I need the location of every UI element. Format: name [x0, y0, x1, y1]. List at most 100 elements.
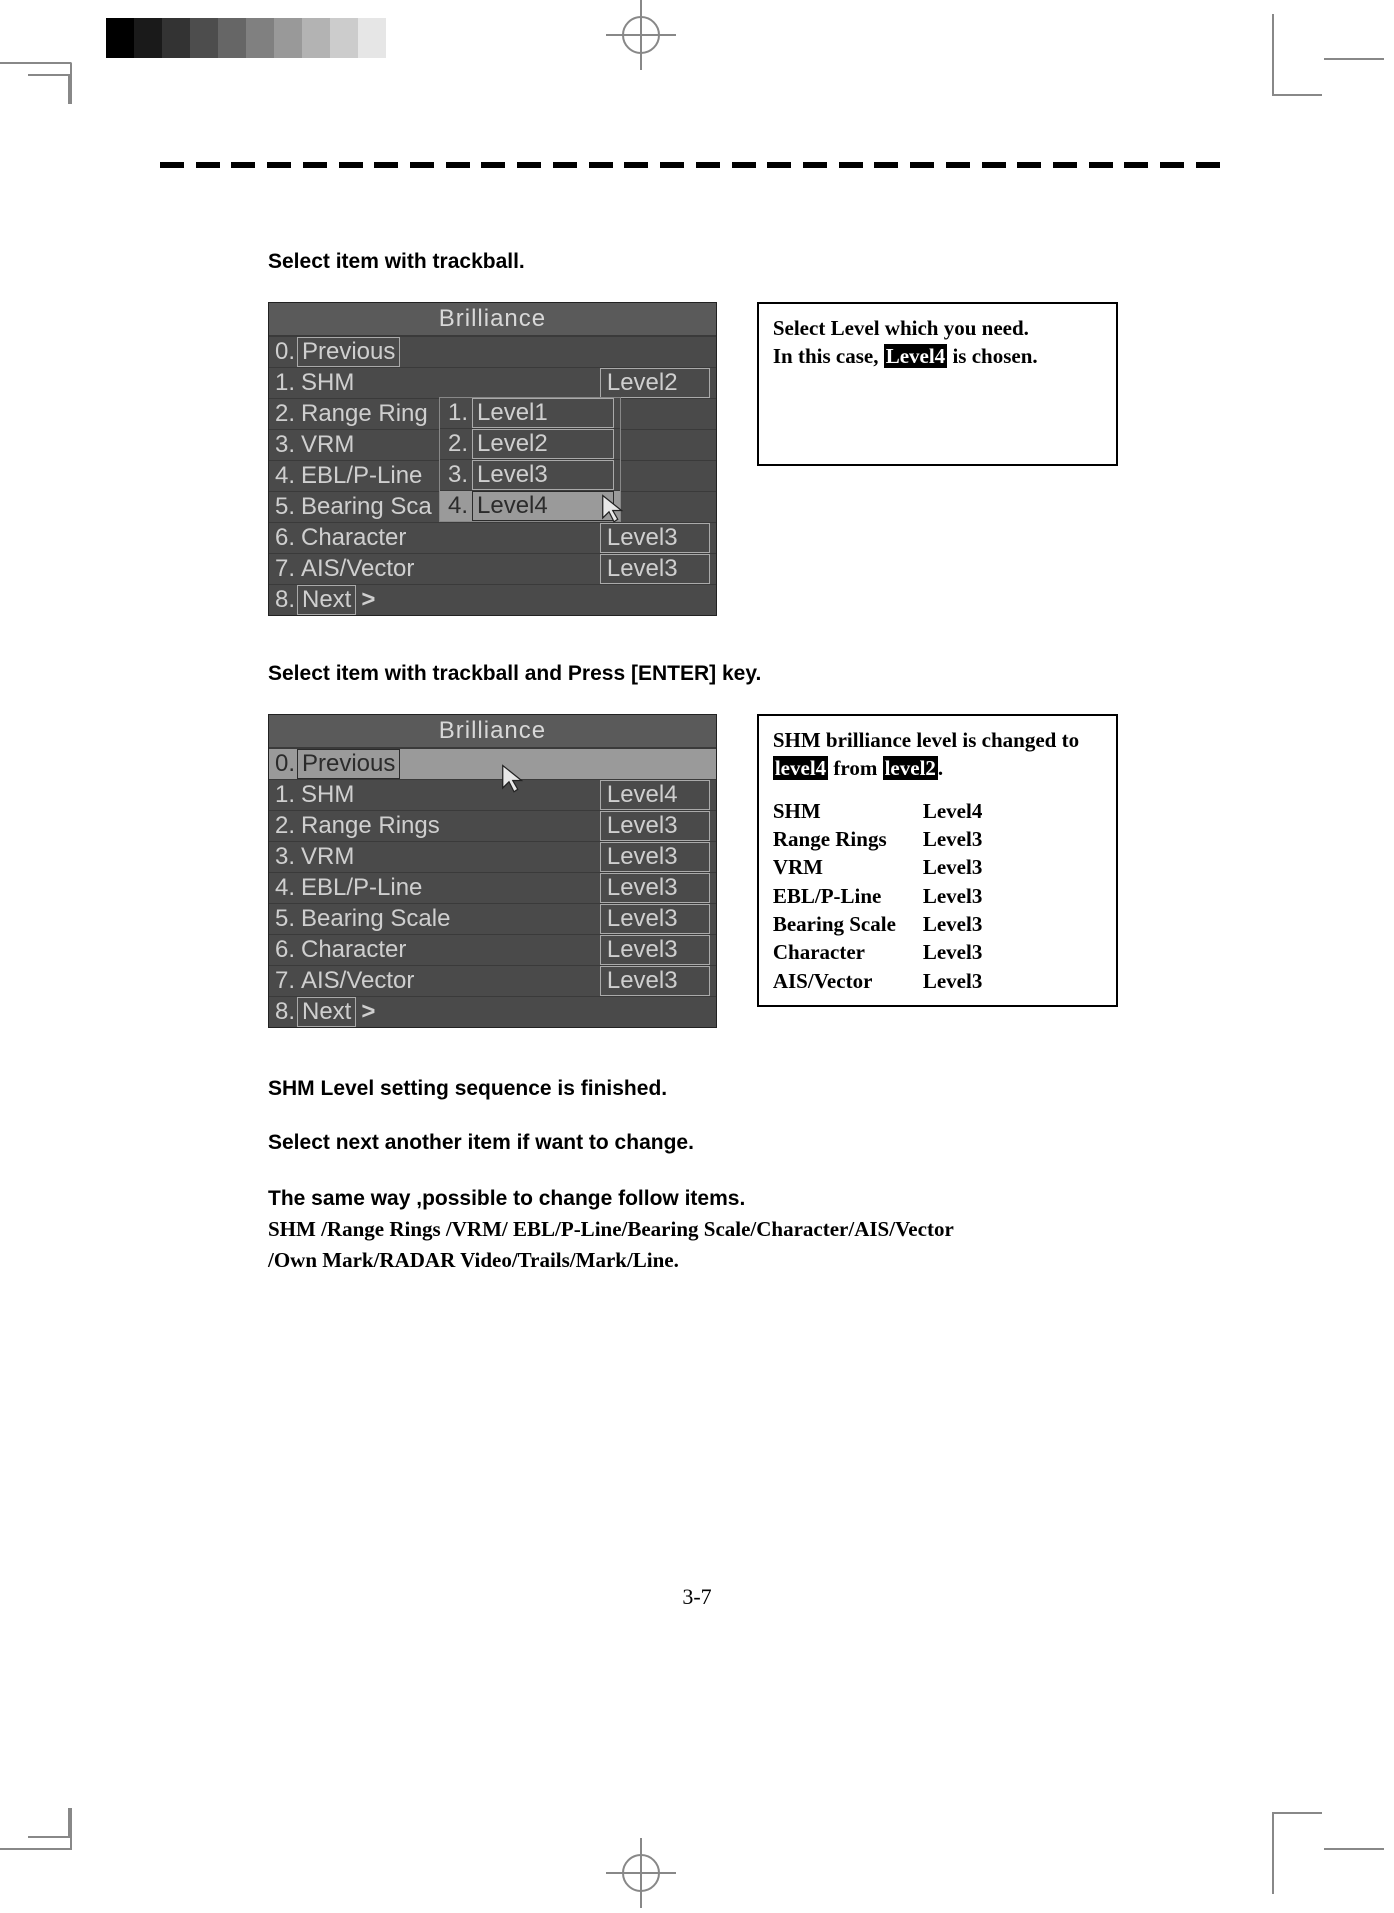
side-b-inv2: level2: [885, 756, 936, 780]
menu-row[interactable]: 8.Next>: [269, 996, 716, 1027]
menu-row[interactable]: 3.VRMLevel3: [269, 841, 716, 872]
menu-row[interactable]: 7.AIS/VectorLevel3: [269, 553, 716, 584]
submenu-number: 1.: [446, 399, 468, 427]
figure-row-1: Brilliance0.Previous1.SHMLevel22.Range R…: [268, 302, 1118, 616]
row-label: Character: [297, 936, 600, 964]
side-table-row: Bearing ScaleLevel3: [773, 910, 1102, 938]
cursor-icon: [599, 493, 629, 523]
finish-line: SHM Level setting sequence is finished.: [268, 1074, 1118, 1104]
manual-page: { "page_number": "3-7", "step1_caption":…: [0, 0, 1394, 1908]
row-number: 4.: [269, 462, 297, 490]
side-table-key: EBL/P-Line: [773, 882, 923, 910]
menu-row[interactable]: 2.Range RingsLevel3: [269, 810, 716, 841]
row-number: 3.: [269, 431, 297, 459]
crop-mark-tr: [1272, 14, 1322, 96]
crop-mark-br: [1272, 1812, 1322, 1894]
menu-row[interactable]: 5.Bearing ScaleLevel3: [269, 903, 716, 934]
calibration-gray-bar: [106, 18, 386, 58]
figure-row-2: Brilliance0.Previous1.SHMLevel42.Range R…: [268, 714, 1118, 1028]
side-table-val: Level3: [923, 938, 982, 966]
side-table-row: CharacterLevel3: [773, 938, 1102, 966]
sameway-block: The same way ,possible to change follow …: [268, 1183, 1118, 1275]
side-a-line2b: is chosen.: [947, 344, 1037, 368]
row-number: 5.: [269, 905, 297, 933]
row-value: Level3: [600, 811, 710, 841]
row-label: SHM: [297, 781, 600, 809]
side-table-val: Level3: [923, 882, 982, 910]
row-label: Previous: [297, 337, 400, 367]
submenu-row[interactable]: 4.Level4: [440, 490, 620, 521]
submenu-row[interactable]: 2.Level2: [440, 428, 620, 459]
row-value: Level3: [600, 842, 710, 872]
submenu-label: Level1: [472, 398, 614, 428]
side-table-val: Level4: [923, 797, 982, 825]
side-table-row: Range RingsLevel3: [773, 825, 1102, 853]
side-note-a: Select Level which you need. In this cas…: [757, 302, 1118, 466]
submenu-number: 3.: [446, 461, 468, 489]
menu-row[interactable]: 0.Previous: [269, 748, 716, 779]
row-label: Next: [297, 997, 356, 1027]
row-value: Level3: [600, 904, 710, 934]
content-column: Select item with trackball. Brilliance0.…: [268, 250, 1118, 1279]
row-label: Range Rings: [297, 812, 600, 840]
side-note-b: SHM brilliance level is changed to level…: [757, 714, 1118, 1007]
dashed-separator: [160, 162, 1220, 170]
row-number: 8.: [269, 998, 297, 1026]
side-b-inv1: level4: [775, 756, 826, 780]
registration-mark-bottom: [606, 1838, 676, 1908]
row-number: 0.: [269, 338, 297, 366]
side-table-row: VRMLevel3: [773, 853, 1102, 881]
submenu-number: 2.: [446, 430, 468, 458]
side-table-row: SHMLevel4: [773, 797, 1102, 825]
row-number: 6.: [269, 524, 297, 552]
brilliance-menu-b: Brilliance0.Previous1.SHMLevel42.Range R…: [268, 714, 717, 1028]
row-label: Bearing Scale: [297, 905, 600, 933]
menu-row[interactable]: 0.Previous: [269, 336, 716, 367]
submenu-label: Level4: [472, 491, 614, 521]
row-value: Level3: [600, 966, 710, 996]
row-label: VRM: [297, 843, 600, 871]
side-table-row: AIS/VectorLevel3: [773, 967, 1102, 995]
row-value: Level4: [600, 780, 710, 810]
menu-row[interactable]: 8.Next>: [269, 584, 716, 615]
items-line1: SHM /Range Rings /VRM/ EBL/P-Line/Bearin…: [268, 1217, 954, 1241]
registration-mark-top: [606, 0, 676, 70]
step2-caption: Select item with trackball and Press [EN…: [268, 662, 1118, 686]
menu-row[interactable]: 7.AIS/VectorLevel3: [269, 965, 716, 996]
row-value: Level3: [600, 935, 710, 965]
submenu-row[interactable]: 1.Level1: [440, 398, 620, 428]
side-table-val: Level3: [923, 825, 982, 853]
submenu-label: Level2: [472, 429, 614, 459]
row-number: 4.: [269, 874, 297, 902]
row-label: AIS/Vector: [297, 555, 600, 583]
row-number: 5.: [269, 493, 297, 521]
menu-row[interactable]: 1.SHMLevel4: [269, 779, 716, 810]
side-b-end: .: [938, 756, 943, 780]
side-b-line1: SHM brilliance level is changed to: [773, 728, 1079, 752]
side-table-key: SHM: [773, 797, 923, 825]
menu-row[interactable]: 6.CharacterLevel3: [269, 522, 716, 553]
row-number: 1.: [269, 369, 297, 397]
submenu-row[interactable]: 3.Level3: [440, 459, 620, 490]
row-number: 7.: [269, 967, 297, 995]
side-b-table: SHMLevel4Range RingsLevel3VRMLevel3EBL/P…: [773, 797, 1102, 995]
row-number: 6.: [269, 936, 297, 964]
side-table-key: Range Rings: [773, 825, 923, 853]
side-a-inv: Level4: [886, 344, 945, 368]
side-a-line1: Select Level which you need.: [773, 316, 1029, 340]
row-label: AIS/Vector: [297, 967, 600, 995]
side-table-val: Level3: [923, 853, 982, 881]
side-table-row: EBL/P-LineLevel3: [773, 882, 1102, 910]
side-table-key: VRM: [773, 853, 923, 881]
row-number: 2.: [269, 400, 297, 428]
brilliance-menu-a: Brilliance0.Previous1.SHMLevel22.Range R…: [268, 302, 717, 616]
row-value: Level3: [600, 554, 710, 584]
level-submenu[interactable]: 1.Level12.Level23.Level34.Level4: [439, 397, 621, 522]
side-table-val: Level3: [923, 910, 982, 938]
side-table-key: Character: [773, 938, 923, 966]
menu-row[interactable]: 1.SHMLevel2: [269, 367, 716, 398]
menu-row[interactable]: 4.EBL/P-LineLevel3: [269, 872, 716, 903]
menu-row[interactable]: 6.CharacterLevel3: [269, 934, 716, 965]
chevron-right-icon: >: [356, 586, 380, 614]
crop-mark-bl: [0, 1808, 72, 1850]
